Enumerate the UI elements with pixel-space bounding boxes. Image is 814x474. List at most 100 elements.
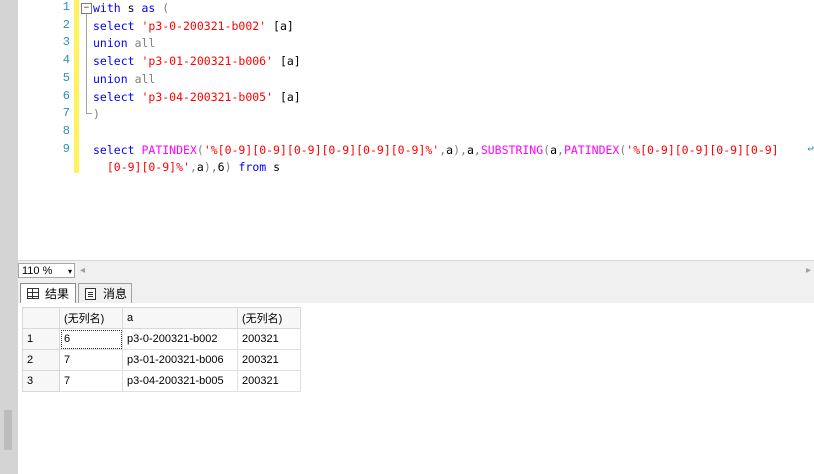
code-line[interactable]: select PATINDEX('%[0-9][0-9][0-9][0-9][0… [93, 142, 779, 160]
word-wrap-icon: ↩ [807, 142, 814, 155]
code-line[interactable]: [0-9][0-9]%',a),6) from s [93, 159, 280, 177]
code-token: 'p3-04-200321-b005' [134, 89, 274, 104]
scroll-right-icon[interactable]: ▸ [806, 265, 811, 276]
results-tabs: 结果 消息 [18, 281, 814, 304]
left-panel-edge [0, 0, 19, 474]
editor-margin [18, 0, 34, 260]
row-number[interactable]: 3 [22, 370, 60, 392]
tab-results[interactable]: 结果 [20, 283, 76, 304]
grid-cell[interactable]: 200321 [237, 349, 301, 371]
code-token: ) [224, 160, 232, 175]
code-token: '%[0-9][0-9][0-9][0-9] [626, 142, 779, 157]
line-number: 8 [62, 123, 70, 138]
code-token: as [141, 1, 156, 15]
messages-icon [85, 288, 96, 300]
results-grid-panel: (无列名) a (无列名) 1 6 p3-0-200321-b002 20032… [18, 303, 814, 474]
code-line[interactable]: with s as ( [93, 0, 169, 18]
code-token: ), [453, 142, 467, 157]
code-token: s [120, 1, 142, 15]
code-token: select [93, 18, 135, 33]
table-row[interactable]: 1 6 p3-0-200321-b002 200321 [22, 328, 301, 350]
line-number: 9 [62, 141, 70, 156]
grid-cell[interactable]: p3-0-200321-b002 [122, 328, 238, 350]
code-token: '%[0-9][0-9][0-9][0-9][0-9][0-9]%' [203, 142, 440, 157]
code-token: , [473, 142, 481, 157]
zoom-value: 110 % [22, 265, 53, 277]
line-numbers: 1 2 3 4 5 6 7 8 9 [34, 0, 74, 260]
code-token: 'p3-0-200321-b002' [134, 18, 267, 33]
tab-messages-label: 消息 [103, 287, 128, 301]
code-line[interactable]: select 'p3-0-200321-b002' [a] [93, 18, 294, 36]
scroll-left-icon[interactable]: ◂ [80, 265, 85, 276]
line-number: 5 [62, 70, 70, 85]
code-line[interactable]: union all [93, 35, 155, 53]
code-token: PATINDEX [141, 142, 197, 157]
code-token: s [266, 160, 281, 175]
fold-guide [86, 14, 87, 114]
code-token: all [134, 36, 156, 51]
code-token: [a] [273, 89, 301, 104]
line-number: 2 [62, 17, 70, 32]
grid-icon [27, 288, 39, 299]
code-line[interactable]: select 'p3-04-200321-b005' [a] [93, 89, 301, 107]
code-token: ), [203, 160, 218, 175]
code-token: all [134, 71, 156, 86]
grid-cell[interactable]: 6 [59, 328, 123, 350]
grid-cell[interactable]: 200321 [237, 328, 301, 350]
code-token: , [189, 160, 197, 175]
grid-header-row: (无列名) a (无列名) [22, 307, 301, 329]
code-token: union [93, 36, 128, 51]
code-token: a [466, 142, 474, 157]
tab-results-label: 结果 [45, 287, 70, 301]
line-number: 1 [62, 0, 70, 14]
editor-status-bar: 110 % ▾ ◂ ▸ [18, 260, 814, 282]
code-token: PATINDEX [563, 142, 620, 157]
code-token: a [550, 142, 558, 157]
code-line[interactable]: union all [93, 71, 155, 89]
code-token: union [93, 71, 128, 86]
column-header[interactable]: a [122, 307, 238, 329]
results-grid: (无列名) a (无列名) 1 6 p3-0-200321-b002 20032… [22, 307, 301, 392]
line-number: 4 [62, 53, 70, 68]
code-token: [0-9][0-9]%' [93, 160, 190, 175]
code-token: 6 [217, 160, 225, 175]
chevron-down-icon: ▾ [67, 267, 72, 276]
zoom-select[interactable]: 110 % ▾ [18, 263, 75, 278]
code-token: 'p3-01-200321-b006' [134, 54, 274, 69]
code-line[interactable]: select 'p3-01-200321-b006' [a] [93, 53, 301, 71]
line-number: 3 [62, 35, 70, 50]
fold-guide-end [86, 113, 92, 114]
code-token: [a] [266, 18, 294, 33]
column-header[interactable]: (无列名) [59, 307, 123, 329]
code-token: select [93, 142, 135, 157]
grid-cell[interactable]: 7 [59, 370, 123, 392]
sql-editor[interactable]: 123456789 − ↩ with s as (select 'p3-0-20… [18, 0, 814, 260]
column-header[interactable]: (无列名) [237, 307, 301, 329]
code-token: [a] [273, 54, 301, 69]
line-number: 6 [62, 88, 70, 103]
code-token: select [93, 54, 135, 69]
tab-messages[interactable]: 消息 [78, 283, 132, 303]
table-row[interactable]: 3 7 p3-04-200321-b005 200321 [22, 370, 301, 392]
grid-cell[interactable]: p3-04-200321-b005 [122, 370, 238, 392]
left-panel-handle[interactable] [4, 410, 12, 450]
row-number[interactable]: 2 [22, 349, 60, 371]
code-token: SUBSTRING [480, 142, 544, 157]
row-number-header[interactable] [22, 307, 60, 329]
grid-cell[interactable]: p3-01-200321-b006 [122, 349, 238, 371]
grid-cell[interactable]: 7 [59, 349, 123, 371]
code-token: a [196, 160, 204, 175]
collapse-toggle-icon[interactable]: − [81, 3, 92, 14]
table-row[interactable]: 2 7 p3-01-200321-b006 200321 [22, 349, 301, 371]
code-token: , [557, 142, 564, 157]
grid-cell[interactable]: 200321 [237, 370, 301, 392]
code-token: ) [93, 107, 100, 122]
line-number: 7 [62, 106, 70, 121]
code-area[interactable]: − ↩ with s as (select 'p3-0-200321-b002'… [79, 0, 814, 260]
code-token: ( [196, 142, 204, 157]
code-token: from [238, 160, 267, 175]
row-number[interactable]: 1 [22, 328, 60, 350]
code-line[interactable]: ) [93, 106, 100, 124]
